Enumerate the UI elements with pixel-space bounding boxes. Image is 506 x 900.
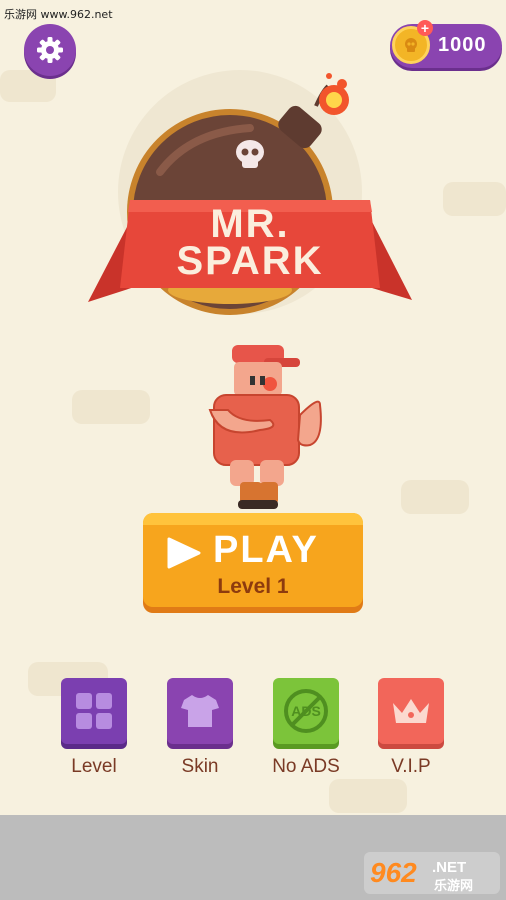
watermark-net: .NET xyxy=(432,859,466,876)
coin-count: 1000 xyxy=(438,34,487,56)
current-level-label: Level 1 xyxy=(217,575,289,598)
watermark-962: 962 xyxy=(370,857,417,888)
shirt-icon xyxy=(181,695,219,727)
gear-icon xyxy=(37,37,63,63)
grid-icon xyxy=(76,693,112,729)
play-button[interactable]: PLAY Level 1 xyxy=(143,513,363,607)
crown-icon xyxy=(393,699,429,723)
vip-menu-item[interactable]: V.I.P xyxy=(366,678,456,778)
background-cloud xyxy=(443,182,506,216)
svg-text:ADS: ADS xyxy=(291,703,321,719)
vip-button[interactable] xyxy=(378,678,444,744)
background-cloud xyxy=(72,390,150,424)
settings-button[interactable] xyxy=(24,24,76,76)
no-ads-button[interactable]: ADS xyxy=(273,678,339,744)
level-menu-item[interactable]: Level xyxy=(49,678,139,778)
no-ads-icon: ADS xyxy=(284,689,328,733)
add-coins-icon[interactable]: + xyxy=(417,20,433,36)
game-logo: MR. SPARK xyxy=(88,70,412,315)
menu-label: Skin xyxy=(181,756,219,777)
play-icon xyxy=(167,537,201,569)
play-button-highlight xyxy=(143,513,363,525)
skin-button[interactable] xyxy=(167,678,233,744)
character-mr-spark xyxy=(208,345,322,509)
watermark-logo: 962 .NET 乐游网 xyxy=(364,852,500,894)
skin-menu-item[interactable]: Skin xyxy=(155,678,245,778)
watermark-cn: 乐游网 xyxy=(434,878,473,894)
menu-label: No ADS xyxy=(272,756,340,777)
logo-line2: SPARK xyxy=(176,239,323,283)
no-ads-menu-item[interactable]: ADS No ADS xyxy=(261,678,351,778)
play-label: PLAY xyxy=(213,529,319,571)
background-cloud xyxy=(329,779,407,813)
menu-label: Level xyxy=(71,756,117,777)
watermark-text: 乐游网 www.962.net xyxy=(4,8,113,21)
level-button[interactable] xyxy=(61,678,127,744)
background-cloud xyxy=(401,480,469,514)
menu-label: V.I.P xyxy=(391,756,431,777)
